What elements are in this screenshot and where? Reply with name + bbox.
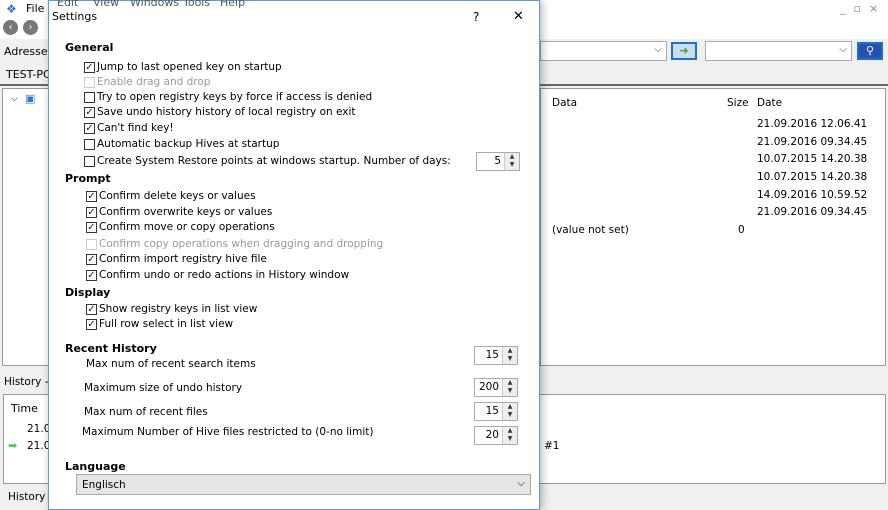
recent-setting-label: Max num of recent search items <box>86 358 256 370</box>
address-combo[interactable]: ⌵ <box>540 41 667 61</box>
recent-setting-spinner[interactable]: 15 ▲ ▼ <box>474 346 518 365</box>
forward-button[interactable]: › <box>23 20 38 35</box>
app-icon: ❖ <box>6 2 17 16</box>
chevron-down-icon: ⌵ <box>654 44 662 55</box>
checkbox[interactable]: ✓ <box>86 319 97 330</box>
recent-setting-spinner[interactable]: 15 ▲ ▼ <box>474 402 518 421</box>
help-button[interactable]: ? <box>473 10 479 24</box>
checkbox[interactable] <box>84 92 95 103</box>
recent-setting-label: Maximum size of undo history <box>84 382 243 394</box>
spinner-arrows-icon[interactable]: ▲ ▼ <box>502 379 517 396</box>
checkbox[interactable]: ✓ <box>86 270 97 281</box>
restore-days-spinner[interactable]: 5 ▲ ▼ <box>476 152 520 171</box>
prompt-heading: Prompt <box>65 172 111 185</box>
recent-history-heading: Recent History <box>65 342 157 355</box>
search-button[interactable]: ⚲ <box>857 42 883 60</box>
size-cell: 0 <box>738 224 745 236</box>
history-title: History - <box>4 376 49 388</box>
search-combo[interactable]: ⌵ <box>705 41 852 61</box>
menu-tools[interactable]: Tools <box>183 0 210 9</box>
general-heading: General <box>65 41 114 54</box>
checkbox-label[interactable]: Try to open registry keys by force if ac… <box>97 91 372 103</box>
spinner-arrows-icon[interactable]: ▲ ▼ <box>502 427 517 444</box>
checkbox[interactable]: ✓ <box>86 222 97 233</box>
time-header: Time <box>11 402 38 415</box>
menu-help[interactable]: Help <box>220 0 245 9</box>
history-tab[interactable]: History <box>8 491 45 503</box>
checkbox-label[interactable]: Jump to last opened key on startup <box>97 61 282 73</box>
values-list[interactable]: Data Size Date 21.09.2016 12.06.41 21.09… <box>540 88 886 366</box>
expand-icon: ⌵ <box>11 94 18 104</box>
checkbox-label[interactable]: Confirm move or copy operations <box>99 221 275 233</box>
checkbox-label[interactable]: Confirm import registry hive file <box>99 253 267 265</box>
checkbox-label[interactable]: Automatic backup Hives at startup <box>97 138 279 150</box>
checkbox[interactable] <box>84 139 95 150</box>
chevron-down-icon: ⌵ <box>517 478 525 489</box>
checkbox[interactable]: ✓ <box>84 123 95 134</box>
chevron-down-icon: ⌵ <box>839 44 847 55</box>
column-date[interactable]: Date <box>757 97 782 109</box>
checkbox[interactable]: ✓ <box>86 191 97 202</box>
checkbox-label[interactable]: Can't find key! <box>97 122 174 134</box>
recent-setting-label: Max num of recent files <box>84 406 208 418</box>
spinner-arrows-icon[interactable]: ▲ ▼ <box>502 403 517 420</box>
go-button[interactable]: ➜ <box>671 42 697 60</box>
recent-setting-spinner[interactable]: 20 ▲ ▼ <box>474 426 518 445</box>
checkbox[interactable]: ✓ <box>86 254 97 265</box>
checkbox[interactable]: ✓ <box>86 304 97 315</box>
date-cell: 21.09.2016 09.34.45 <box>757 136 868 148</box>
address-label: Adresse <box>4 45 48 58</box>
menu-edit[interactable]: Edit <box>57 0 78 9</box>
spinner-arrows-icon[interactable]: ▲ ▼ <box>504 153 519 170</box>
spinner-arrows-icon[interactable]: ▲ ▼ <box>502 347 517 364</box>
column-data[interactable]: Data <box>552 97 577 109</box>
date-cell: 21.09.2016 09.34.45 <box>757 206 868 218</box>
checkbox-label[interactable]: Confirm overwrite keys or values <box>99 206 272 218</box>
close-button[interactable]: ✕ <box>513 9 524 24</box>
current-arrow-icon: ➡ <box>8 439 18 452</box>
menu-view[interactable]: View <box>93 0 119 9</box>
computer-label: TEST-PC <box>6 68 51 81</box>
settings-dialog: Settings ? ✕ General ✓ Jump to last opene… <box>48 0 540 510</box>
date-cell: 10.07.2015 14.20.38 <box>757 171 868 183</box>
checkbox-label[interactable]: Create System Restore points at windows … <box>97 155 451 167</box>
dialog-title: Settings <box>52 10 98 23</box>
checkbox-label[interactable]: Confirm undo or redo actions in History … <box>99 269 349 281</box>
checkbox-label[interactable]: Confirm delete keys or values <box>99 190 256 202</box>
window-controls[interactable]: _▫× <box>840 2 886 15</box>
checkbox[interactable]: ✓ <box>84 107 95 118</box>
back-button[interactable]: ‹ <box>3 20 18 35</box>
checkbox[interactable]: ✓ <box>86 207 97 218</box>
checkbox-label[interactable]: Full row select in list view <box>99 318 233 330</box>
tree-panel[interactable]: ⌵ ▣ <box>2 88 50 366</box>
checkbox[interactable]: ✓ <box>84 62 95 73</box>
date-cell: 14.09.2016 10.59.52 <box>757 189 868 201</box>
column-size[interactable]: Size <box>727 97 749 109</box>
date-cell: 21.09.2016 12.06.41 <box>757 118 868 130</box>
data-cell: (value not set) <box>552 224 629 236</box>
checkbox-label[interactable]: Confirm copy operations when dragging an… <box>99 238 383 250</box>
checkbox-label[interactable]: Show registry keys in list view <box>99 303 257 315</box>
history-entry: #1 <box>544 440 560 452</box>
checkbox <box>86 239 97 250</box>
language-heading: Language <box>65 460 126 473</box>
date-cell: 10.07.2015 14.20.38 <box>757 153 868 165</box>
checkbox-label[interactable]: Enable drag and drop <box>97 76 210 88</box>
language-select[interactable]: Englisch ⌵ <box>76 474 531 495</box>
checkbox-label[interactable]: Save undo history history of local regis… <box>97 106 356 118</box>
checkbox[interactable] <box>84 156 95 167</box>
recent-setting-spinner[interactable]: 200 ▲ ▼ <box>474 378 518 397</box>
menu-windows[interactable]: Windows <box>130 0 179 9</box>
menu-file[interactable]: File <box>26 2 44 15</box>
display-heading: Display <box>65 286 111 299</box>
computer-icon: ▣ <box>25 92 36 105</box>
recent-setting-label: Maximum Number of Hive files restricted … <box>82 426 374 438</box>
checkbox <box>84 77 95 88</box>
